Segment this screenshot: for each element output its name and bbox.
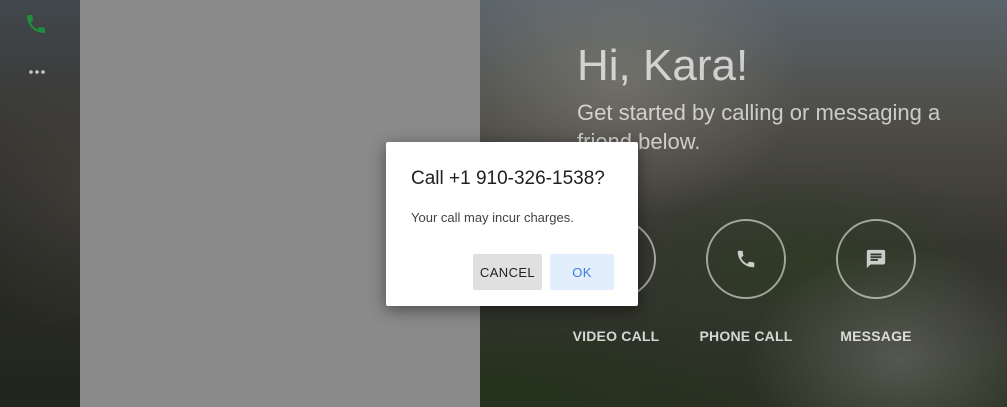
- ok-button[interactable]: OK: [550, 254, 614, 290]
- dialog-title: Call +1 910-326-1538?: [411, 168, 605, 189]
- message-label: MESSAGE: [840, 328, 912, 344]
- call-confirm-dialog: Call +1 910-326-1538? Your call may incu…: [386, 142, 638, 306]
- video-call-label: VIDEO CALL: [572, 328, 660, 344]
- greeting-title: Hi, Kara!: [577, 41, 749, 90]
- more-icon[interactable]: [27, 62, 47, 82]
- greeting-subtitle: Get started by calling or messaging a fr…: [577, 100, 941, 154]
- message-icon: [866, 249, 886, 269]
- phone-call-action[interactable]: PHONE CALL: [691, 219, 801, 344]
- greeting: Hi, Kara! Get started by calling or mess…: [577, 40, 997, 156]
- phone-icon[interactable]: [24, 12, 48, 36]
- phone-call-button[interactable]: [706, 219, 786, 299]
- cancel-button[interactable]: CANCEL: [473, 254, 542, 290]
- phone-icon: [737, 250, 755, 268]
- message-action[interactable]: MESSAGE: [821, 219, 931, 344]
- dialog-body: Your call may incur charges.: [411, 210, 574, 225]
- phone-call-label: PHONE CALL: [699, 328, 793, 344]
- left-rail: [0, 0, 80, 407]
- message-button[interactable]: [836, 219, 916, 299]
